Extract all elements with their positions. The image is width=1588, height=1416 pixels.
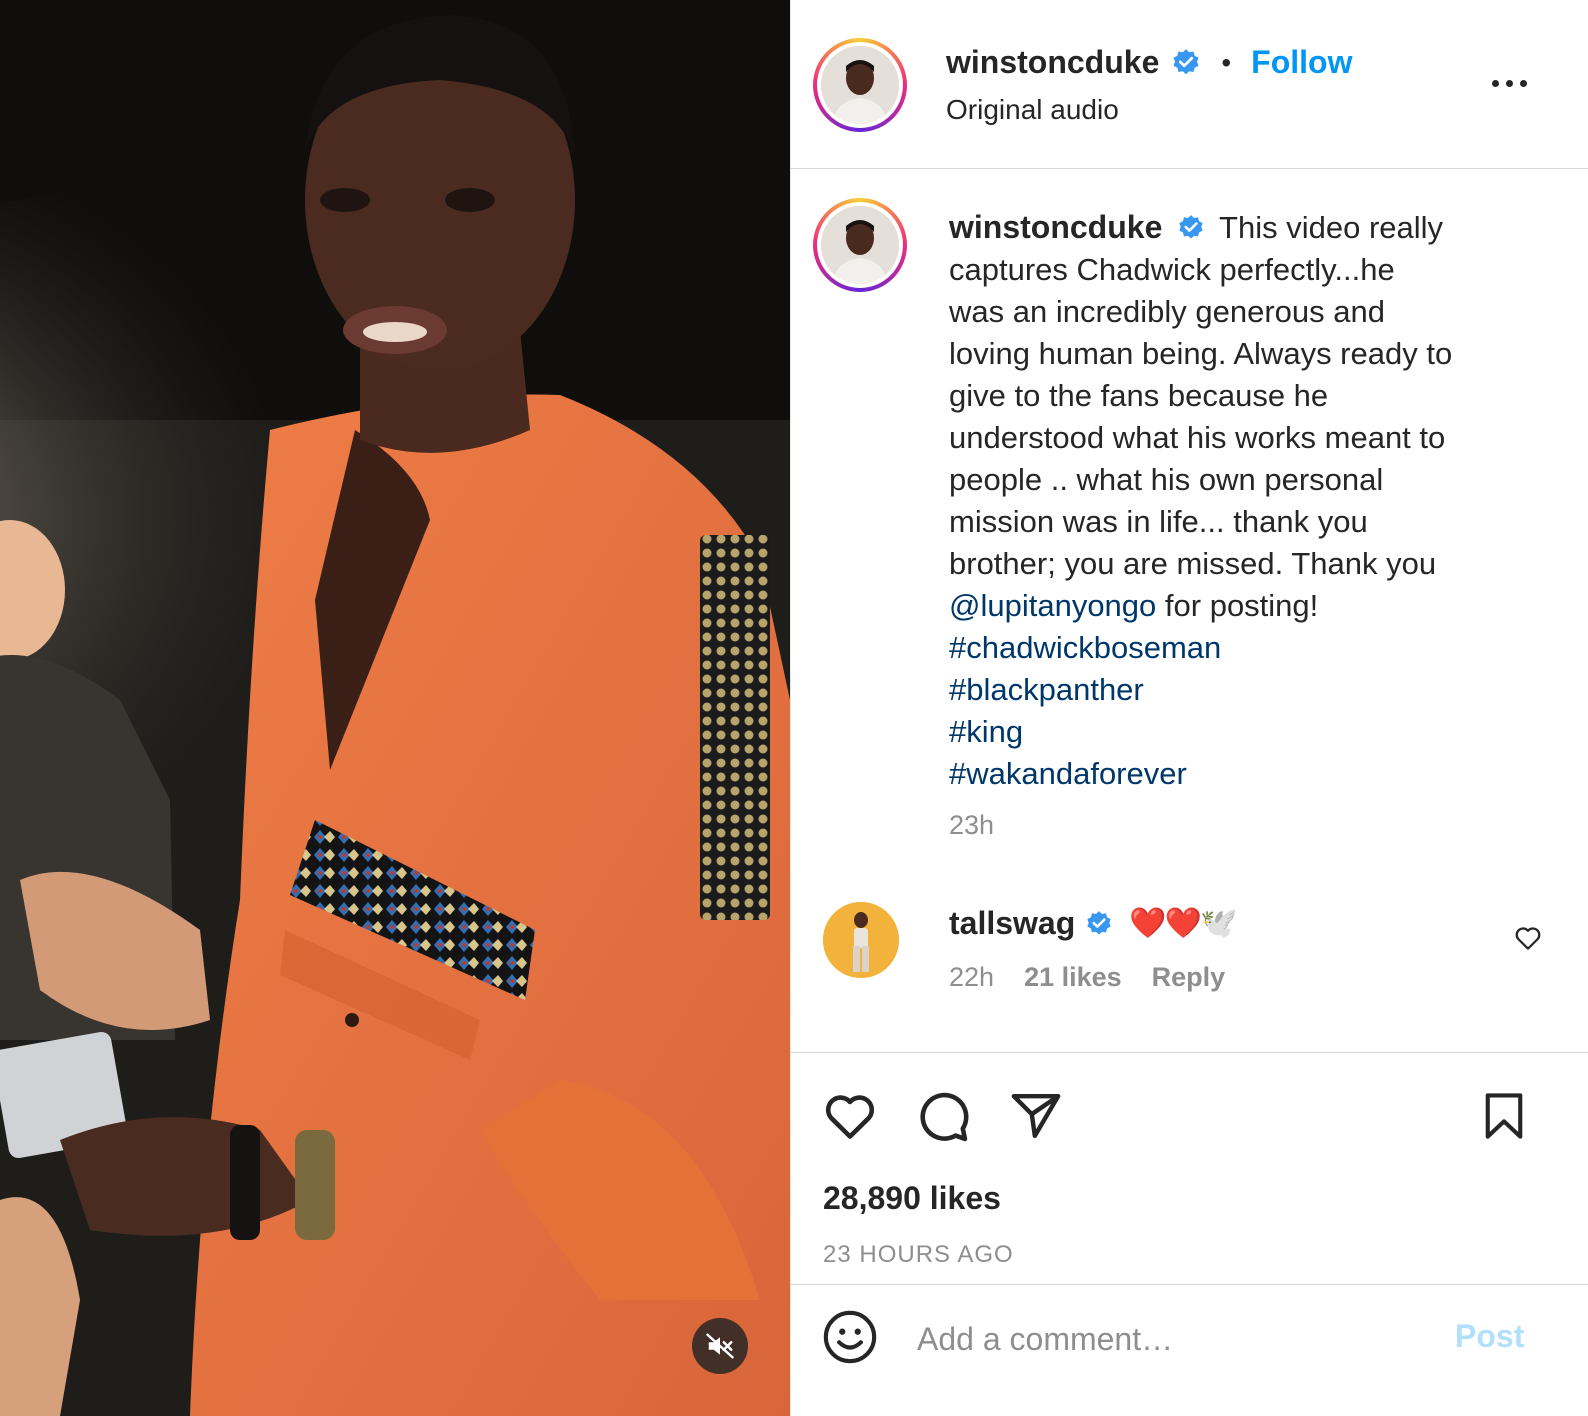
emoji-button[interactable] (821, 1308, 883, 1370)
comment-button[interactable] (911, 1085, 973, 1147)
heart-icon (825, 1095, 875, 1139)
more-horizontal-icon (1491, 79, 1499, 87)
more-options-button[interactable] (1479, 68, 1539, 98)
author-avatar[interactable] (813, 38, 907, 132)
comment-header: tallswag ❤️❤️🕊️ (949, 905, 1237, 942)
commenter-username[interactable]: tallswag (949, 905, 1075, 942)
mute-button[interactable] (692, 1318, 748, 1374)
author-avatar-image (821, 46, 899, 124)
hashtag-link[interactable]: #king (949, 711, 1509, 753)
comment-likes[interactable]: 21 likes (1024, 962, 1122, 993)
post-video[interactable] (0, 0, 790, 1416)
caption-username[interactable]: winstoncduke (949, 209, 1162, 245)
caption-text-line: captures Chadwick perfectly...he (949, 252, 1395, 287)
verified-badge-icon (1173, 48, 1199, 74)
caption-text-line: was an incredibly generous and (949, 294, 1385, 329)
section-divider (791, 1052, 1588, 1053)
heart-icon (1515, 927, 1541, 950)
action-bar (791, 1085, 1588, 1149)
caption-text-line: brother; you are missed. Thank you (949, 546, 1437, 581)
caption-text-line: give to the fans because he (949, 378, 1329, 413)
verified-badge-icon (1087, 910, 1111, 934)
caption-text-line: understood what his works meant to (949, 420, 1446, 455)
post-comment-button[interactable]: Post (1455, 1318, 1524, 1355)
post-side-panel: winstoncduke • Follow Original audio win… (790, 0, 1588, 1416)
caption-author-avatar[interactable] (813, 198, 907, 292)
comment-input[interactable] (917, 1316, 1417, 1362)
commenter-avatar[interactable] (823, 902, 899, 978)
section-divider (791, 1284, 1588, 1285)
header-separator: • (1221, 46, 1232, 78)
caption-text-line: for posting! (1156, 588, 1319, 623)
caption-text-line: mission was in life... thank you (949, 504, 1368, 539)
save-button[interactable] (1473, 1085, 1535, 1147)
post-caption: winstoncduke This video really captures … (949, 206, 1509, 795)
comment-text: ❤️❤️🕊️ (1129, 907, 1237, 940)
video-frame (0, 0, 790, 1416)
speaker-muted-icon (706, 1333, 734, 1359)
comment-bubble-icon (920, 1092, 969, 1142)
comment-meta: 22h 21 likes Reply (949, 962, 1225, 993)
like-button[interactable] (819, 1085, 881, 1147)
verified-badge-icon (1179, 214, 1203, 239)
hashtag-link[interactable]: #chadwickboseman (949, 627, 1509, 669)
author-username[interactable]: winstoncduke (946, 44, 1159, 81)
likes-count[interactable]: 28,890 likes (823, 1180, 1001, 1217)
hashtag-link[interactable]: #blackpanther (949, 669, 1509, 711)
send-paper-plane-icon (1011, 1093, 1061, 1139)
comment-like-button[interactable] (1513, 923, 1543, 953)
follow-button[interactable]: Follow (1251, 44, 1352, 81)
original-audio-link[interactable]: Original audio (946, 94, 1119, 126)
post-header: winstoncduke • Follow Original audio (791, 0, 1588, 169)
mention-link[interactable]: @lupitanyongo (949, 588, 1156, 623)
post-timestamp[interactable]: 23 HOURS AGO (823, 1241, 1014, 1269)
caption-text-line: loving human being. Always ready to (949, 336, 1453, 371)
hashtag-link[interactable]: #wakandaforever (949, 753, 1509, 795)
caption-text-line: This video really (1219, 210, 1444, 245)
caption-text-line: people .. what his own personal (949, 462, 1384, 497)
reply-button[interactable]: Reply (1152, 962, 1226, 993)
comment-timestamp[interactable]: 22h (949, 962, 994, 993)
smiley-face-icon (823, 1310, 877, 1364)
share-button[interactable] (1005, 1085, 1067, 1147)
instagram-post: winstoncduke • Follow Original audio win… (0, 0, 1588, 1416)
header-user-row: winstoncduke • Follow (946, 44, 1352, 81)
caption-timestamp[interactable]: 23h (949, 810, 994, 841)
caption-author-avatar-image (821, 206, 899, 284)
add-comment-bar: Post (791, 1286, 1588, 1394)
bookmark-icon (1485, 1093, 1523, 1139)
